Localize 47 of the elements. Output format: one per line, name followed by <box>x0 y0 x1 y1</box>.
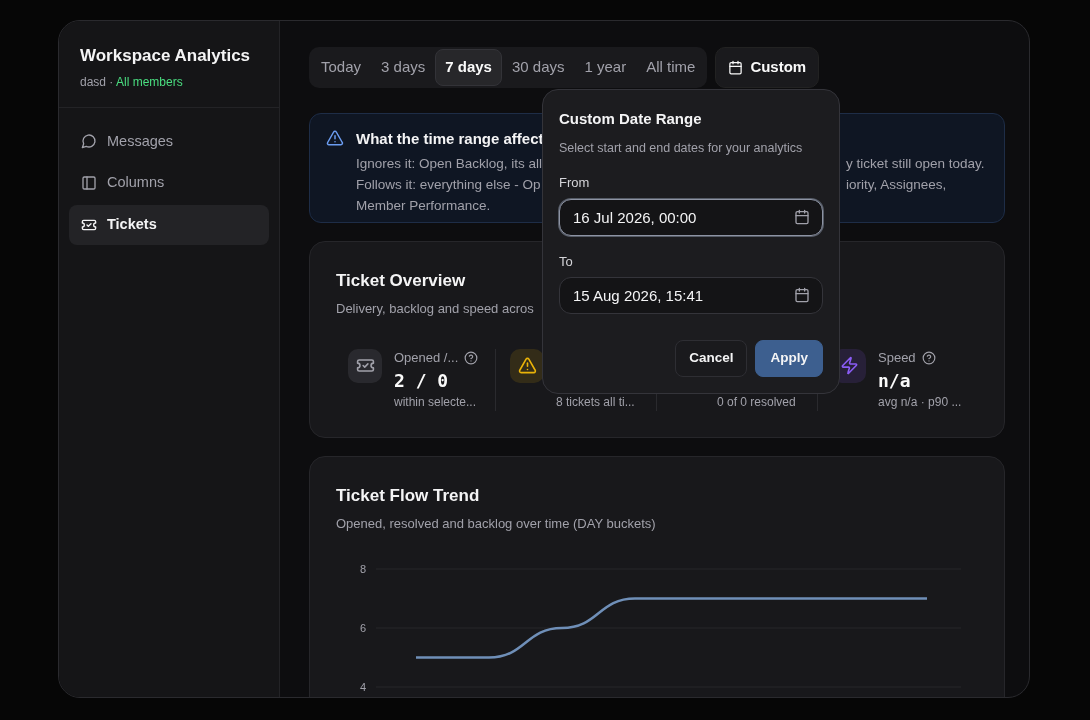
stat-note: avg n/a · p90 ... <box>878 393 962 411</box>
alert-title: What the time range affect <box>356 128 544 149</box>
sidebar-item[interactable]: Messages <box>69 121 269 162</box>
chat-icon <box>81 133 97 150</box>
workspace-subtitle: dasd · All members <box>80 73 184 91</box>
field-label: From <box>559 174 591 193</box>
date-field[interactable]: 15 Aug 2026, 15:41 <box>559 277 823 315</box>
cancel-button[interactable]: Cancel <box>675 340 748 377</box>
apply-button[interactable]: Apply <box>755 340 823 377</box>
alert-text: y ticket still open today. <box>846 155 985 173</box>
stat-label: Opened /... <box>394 348 459 367</box>
stat-value: n/a <box>878 369 911 391</box>
axis-label: 4 <box>359 680 366 693</box>
stat-note: 0 of 0 resolved <box>717 393 796 411</box>
range-tab[interactable]: 1 year <box>574 49 637 86</box>
stat-value: 2 / 0 <box>394 369 449 391</box>
field-label: To <box>559 252 574 271</box>
custom-button[interactable]: Custom <box>715 47 820 88</box>
stat-note: 8 tickets all ti... <box>556 393 635 411</box>
warning-icon <box>326 128 344 147</box>
workspace-title: Workspace Analytics <box>80 45 252 67</box>
calendar-icon <box>728 59 744 75</box>
axis-label: 6 <box>359 621 366 634</box>
range-tab[interactable]: All time <box>636 49 706 86</box>
card-title: Ticket Overview <box>336 269 467 292</box>
sidebar-item[interactable]: Columns <box>69 163 269 203</box>
alert-text: Ignores it: Open Backlog, its all <box>356 155 542 173</box>
range-tab[interactable]: 3 days <box>371 49 436 86</box>
range-tab[interactable]: Today <box>311 49 372 86</box>
axis-label: 8 <box>359 562 366 575</box>
sidebar-item[interactable]: Tickets <box>69 205 269 245</box>
card-title: Ticket Flow Trend <box>336 484 481 507</box>
card-subtitle: Delivery, backlog and speed acros <box>336 300 535 318</box>
alert-text: Follows it: everything else - Op <box>356 176 542 194</box>
popover-title: Custom Date Range <box>559 109 703 129</box>
alert-text: iority, Assignees, <box>846 176 947 194</box>
range-tab[interactable]: 7 days <box>435 49 502 86</box>
calendar-icon <box>794 287 810 304</box>
alert-text: Member Performance. <box>356 197 492 215</box>
date-field[interactable]: 16 Jul 2026, 00:00 <box>559 198 823 236</box>
stat-label: Speed <box>878 348 916 367</box>
calendar-icon <box>794 208 810 225</box>
stat-note: within selecte... <box>394 393 478 411</box>
popover-description: Select start and end dates for your analytics <box>559 139 804 157</box>
card-subtitle: Opened, resolved and backlog over time (DAY buckets) <box>336 515 657 533</box>
range-tab[interactable]: 30 days <box>501 49 575 86</box>
columns-icon <box>81 175 97 192</box>
